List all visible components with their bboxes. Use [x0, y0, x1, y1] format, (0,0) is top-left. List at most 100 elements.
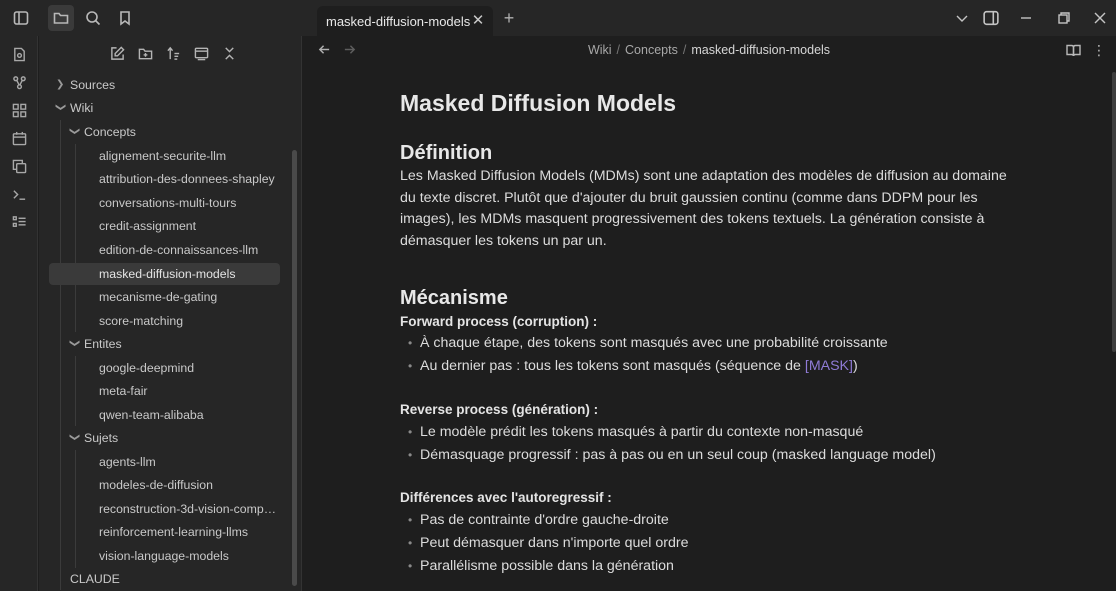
tree-file[interactable]: modeles-de-diffusion [99, 474, 279, 496]
breadcrumb-current[interactable]: masked-diffusion-models [691, 43, 830, 57]
tree-folder-sujets[interactable]: Sujets [84, 427, 118, 449]
ribbon [0, 36, 38, 591]
daily-note-button[interactable] [10, 129, 28, 147]
tree-file[interactable]: score-matching [99, 310, 279, 332]
tree-file[interactable]: qwen-team-alibaba [99, 404, 279, 426]
search-button[interactable] [80, 5, 106, 31]
file-explorer: ❯ Sources ❯ Wiki ❯ Concepts alignement-s… [39, 36, 302, 591]
close-window-button[interactable] [1093, 0, 1107, 36]
chevron-right-icon: ❯ [56, 79, 65, 90]
tree-guide [60, 120, 61, 590]
tree-file[interactable]: reconstruction-3d-vision-compu... [99, 498, 279, 520]
tree-file[interactable]: attribution-des-donnees-shapley [99, 168, 279, 190]
new-tab-button[interactable]: + [500, 8, 518, 28]
tree-file-active[interactable]: masked-diffusion-models [49, 263, 280, 285]
breadcrumb-wiki[interactable]: Wiki [588, 43, 612, 57]
differences-label: Différences avec l'autoregressif : [400, 490, 612, 505]
collapse-all-button[interactable] [222, 44, 238, 62]
maximize-button[interactable] [1057, 0, 1071, 36]
new-note-button[interactable] [110, 44, 126, 62]
breadcrumb-separator: / [616, 43, 621, 57]
book-open-icon [1066, 44, 1081, 57]
tree-file-claude[interactable]: CLAUDE [70, 568, 120, 590]
graph-icon [12, 75, 26, 89]
list-item: Pas de contrainte d'ordre gauche-droite [408, 512, 669, 528]
tree-file[interactable]: mecanisme-de-gating [99, 286, 279, 308]
restore-icon [1058, 12, 1070, 24]
tree-file[interactable]: google-deepmind [99, 357, 279, 379]
file-search-icon [13, 47, 25, 61]
new-folder-button[interactable] [138, 44, 154, 62]
file-explorer-toolbar [39, 44, 302, 66]
edit-icon [111, 45, 125, 60]
tree-file[interactable]: credit-assignment [99, 215, 279, 237]
breadcrumb-concepts[interactable]: Concepts [625, 43, 678, 57]
tab-list-dropdown[interactable] [955, 0, 969, 36]
tab-title: masked-diffusion-models [326, 13, 471, 29]
tree-file[interactable]: agents-llm [99, 451, 279, 473]
sort-icon [167, 46, 180, 60]
toggle-sidebar-button[interactable] [8, 5, 34, 31]
list-item: Peut démasquer dans n'importe quel ordre [408, 535, 688, 551]
search-icon [86, 11, 101, 26]
tree-folder-entites[interactable]: Entites [84, 333, 122, 355]
more-options-icon[interactable]: ⋮ [1092, 43, 1106, 57]
breadcrumb: Wiki / Concepts / masked-diffusion-models [302, 43, 1116, 57]
chevron-down-icon [956, 15, 968, 22]
auto-reveal-button[interactable] [194, 44, 210, 62]
folder-icon [53, 12, 69, 24]
tab-masked-diffusion-models[interactable]: masked-diffusion-models ✕ [317, 6, 493, 36]
tree-file[interactable]: alignement-securite-llm [99, 145, 279, 167]
list-item: Parallélisme possible dans la génération [408, 558, 674, 574]
reading-view-button[interactable] [1066, 44, 1081, 62]
toggle-right-sidebar-button[interactable] [983, 0, 999, 36]
bookmarks-button[interactable] [112, 5, 138, 31]
list-icon [12, 215, 26, 227]
sidebar-scrollbar[interactable] [292, 150, 297, 586]
right-sidebar-icon [983, 10, 999, 26]
terminal-icon [12, 189, 25, 200]
list-item: Le modèle prédit les tokens masqués à pa… [408, 424, 863, 440]
reverse-label: Reverse process (génération) : [400, 402, 599, 417]
bases-button[interactable] [10, 213, 28, 231]
sidebar-icon [13, 11, 29, 25]
mask-token-link[interactable]: [MASK] [805, 358, 853, 374]
chevron-down-icon: ❯ [69, 127, 80, 136]
tree-file[interactable]: meta-fair [99, 380, 279, 402]
grid-icon [12, 103, 26, 117]
heading-mecanisme: Mécanisme [400, 287, 508, 309]
folder-plus-icon [138, 48, 153, 59]
forward-label: Forward process (corruption) : [400, 314, 598, 329]
window-icon [194, 47, 209, 60]
page-title: Masked Diffusion Models [400, 90, 677, 116]
tree-file[interactable]: vision-language-models [99, 545, 279, 567]
tree-file[interactable]: reinforcement-learning-llms [99, 521, 279, 543]
definition-paragraph: Les Masked Diffusion Models (MDMs) sont … [400, 168, 1007, 249]
graph-view-button[interactable] [10, 73, 28, 91]
breadcrumb-separator: / [682, 43, 687, 57]
minimize-icon [1021, 17, 1031, 19]
tree-file[interactable]: conversations-multi-tours [99, 192, 279, 214]
templates-button[interactable] [10, 157, 28, 175]
tree-file[interactable]: edition-de-connaissances-llm [99, 239, 279, 261]
editor-scrollbar[interactable] [1112, 72, 1116, 352]
tree-guide [75, 356, 76, 426]
copy-icon [12, 159, 26, 173]
tree-folder-sources[interactable]: Sources [70, 74, 115, 96]
close-icon [1094, 12, 1106, 24]
calendar-icon [12, 131, 26, 145]
file-explorer-button[interactable] [48, 5, 74, 31]
quick-switcher-button[interactable] [10, 45, 28, 63]
canvas-button[interactable] [10, 101, 28, 119]
heading-definition: Définition [400, 142, 493, 164]
editor-pane: Wiki / Concepts / masked-diffusion-models ⋮ … [302, 36, 1116, 591]
close-tab-button[interactable]: ✕ [471, 12, 485, 30]
chevron-down-icon: ❯ [69, 339, 80, 348]
command-palette-button[interactable] [10, 185, 28, 203]
tree-folder-concepts[interactable]: Concepts [84, 121, 136, 143]
sort-button[interactable] [166, 44, 182, 62]
list-item: Démasquage progressif : pas à pas ou en … [408, 447, 936, 463]
tree-folder-wiki[interactable]: Wiki [70, 97, 93, 119]
minimize-button[interactable] [1019, 0, 1033, 36]
tree-guide [75, 144, 76, 332]
